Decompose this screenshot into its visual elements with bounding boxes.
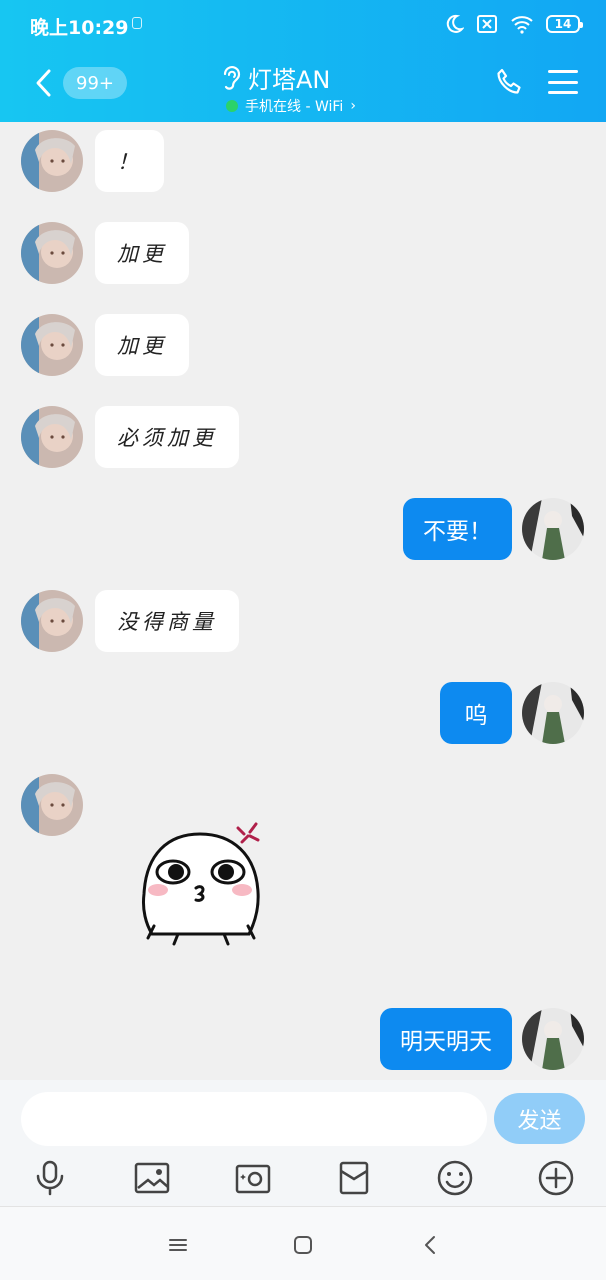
- avatar-image: [21, 406, 83, 468]
- avatar-image: [522, 682, 584, 744]
- shield-icon: [132, 17, 142, 29]
- chevron-left-icon: [425, 1236, 435, 1254]
- contact-avatar[interactable]: [21, 590, 83, 652]
- input-bar: 发送: [0, 1080, 606, 1206]
- battery-level: 14: [554, 17, 572, 31]
- message-bubble[interactable]: 没得商量: [95, 590, 239, 652]
- voice-button[interactable]: [28, 1156, 72, 1200]
- emoji-button[interactable]: [433, 1156, 477, 1200]
- message-input[interactable]: [21, 1092, 487, 1146]
- contact-name: 灯塔AN: [248, 66, 331, 94]
- menu-lines-icon: [169, 1239, 187, 1251]
- contact-status: 手机在线 - WiFi ›: [226, 96, 356, 116]
- back-icon: [36, 69, 51, 97]
- contact-status-text: 手机在线 - WiFi: [245, 99, 344, 115]
- unread-badge[interactable]: 99+: [63, 67, 127, 99]
- contact-avatar[interactable]: [21, 314, 83, 376]
- recents-button[interactable]: [164, 1231, 192, 1259]
- avatar-image: [21, 774, 83, 836]
- status-icons: 14: [444, 14, 583, 34]
- message-bubble-outgoing[interactable]: 不要！: [403, 498, 512, 560]
- avatar-image: [21, 130, 83, 192]
- home-button[interactable]: [289, 1231, 317, 1259]
- contact-avatar[interactable]: [21, 406, 83, 468]
- image-icon: [134, 1162, 170, 1194]
- input-toolbar: [0, 1156, 606, 1202]
- ear-icon: [223, 65, 241, 90]
- avatar-image: [522, 498, 584, 560]
- status-bar: 晚上10:29 14: [0, 0, 606, 50]
- avatar-image: [21, 314, 83, 376]
- camera-icon: [235, 1164, 271, 1194]
- emoji-icon: [437, 1160, 473, 1196]
- my-avatar[interactable]: [522, 682, 584, 744]
- back-button[interactable]: [28, 65, 58, 101]
- system-nav-bar: [0, 1206, 606, 1280]
- more-button[interactable]: [534, 1156, 578, 1200]
- image-button[interactable]: [130, 1156, 174, 1200]
- my-avatar[interactable]: [522, 498, 584, 560]
- contact-avatar[interactable]: [21, 222, 83, 284]
- my-avatar[interactable]: [522, 1008, 584, 1070]
- menu-icon: [548, 70, 578, 73]
- system-back-button[interactable]: [416, 1231, 444, 1259]
- red-packet-button[interactable]: [332, 1156, 376, 1200]
- angry-face-sticker[interactable]: [138, 814, 268, 946]
- sim-off-icon: [477, 15, 497, 33]
- call-button[interactable]: [494, 67, 524, 101]
- status-time: 晚上10:29: [30, 17, 129, 39]
- mic-icon: [36, 1160, 64, 1196]
- contact-avatar[interactable]: [21, 774, 83, 836]
- message-bubble[interactable]: 加更: [95, 222, 189, 284]
- contact-avatar[interactable]: [21, 130, 83, 192]
- plus-icon: [538, 1160, 574, 1196]
- nav-bar: 99+ 灯塔AN 手机在线 - WiFi ›: [0, 55, 606, 120]
- chevron-right-icon: ›: [350, 98, 356, 114]
- red-packet-icon: [339, 1161, 369, 1195]
- online-dot-icon: [226, 100, 238, 112]
- avatar-image: [21, 590, 83, 652]
- battery-icon: 14: [546, 15, 583, 33]
- phone-icon: [497, 68, 521, 94]
- send-button[interactable]: 发送: [494, 1093, 585, 1144]
- contact-title: 灯塔AN: [220, 60, 330, 95]
- chat-header: 晚上10:29 14 99+ 灯塔AN 手机在线 - WiFi ›: [0, 0, 606, 122]
- menu-button[interactable]: [548, 67, 578, 97]
- message-bubble[interactable]: ！: [95, 130, 164, 192]
- message-bubble[interactable]: 必须加更: [95, 406, 239, 468]
- camera-button[interactable]: [231, 1156, 275, 1200]
- home-square-icon: [294, 1236, 312, 1254]
- message-bubble[interactable]: 加更: [95, 314, 189, 376]
- message-list[interactable]: ！ 加更 加更 必须加更 不要！ 没得商量 呜 明天明天: [0, 122, 606, 1080]
- avatar-image: [522, 1008, 584, 1070]
- moon-icon: [446, 14, 464, 33]
- message-bubble-outgoing[interactable]: 呜: [440, 682, 512, 744]
- avatar-image: [21, 222, 83, 284]
- wifi-icon: [511, 16, 533, 34]
- message-bubble-outgoing[interactable]: 明天明天: [380, 1008, 512, 1070]
